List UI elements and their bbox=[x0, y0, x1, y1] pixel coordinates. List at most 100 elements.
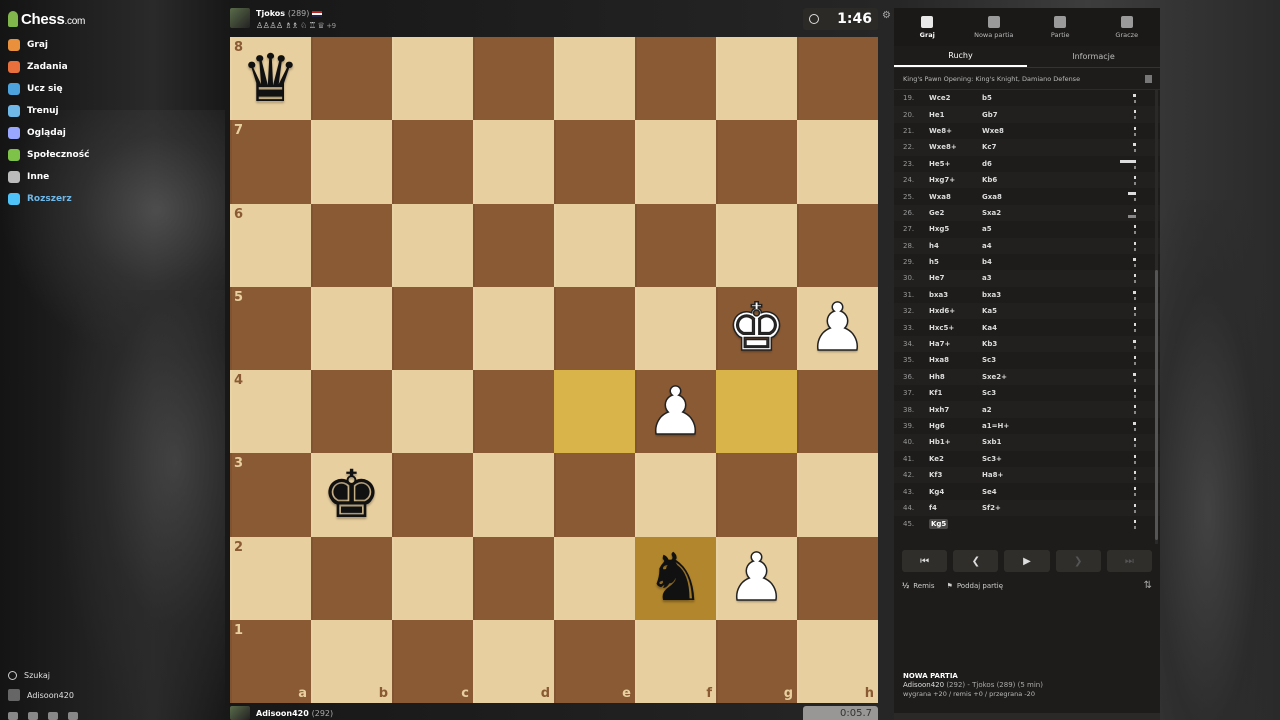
square-b5[interactable] bbox=[311, 286, 392, 370]
black-move[interactable]: Sxa2 bbox=[982, 209, 1112, 217]
square-d5[interactable] bbox=[473, 286, 554, 370]
tab-moves[interactable]: Ruchy bbox=[894, 46, 1027, 67]
panel-tab-2[interactable]: Partie bbox=[1027, 8, 1094, 46]
square-h8[interactable] bbox=[797, 37, 878, 121]
square-h1[interactable]: h bbox=[797, 619, 878, 703]
panel-tab-0[interactable]: Graj bbox=[894, 8, 961, 46]
square-a5[interactable]: 5 bbox=[230, 286, 311, 370]
square-c2[interactable] bbox=[392, 536, 473, 620]
white-move[interactable]: Wce2 bbox=[929, 94, 982, 102]
play-button[interactable]: ▶ bbox=[1004, 550, 1050, 572]
square-h3[interactable] bbox=[797, 453, 878, 537]
square-h5[interactable]: ♟ bbox=[797, 286, 878, 370]
nav-item-6[interactable]: Inne bbox=[8, 166, 89, 188]
black-move[interactable]: Sc3 bbox=[982, 356, 1112, 364]
square-d2[interactable] bbox=[473, 536, 554, 620]
player-avatar[interactable] bbox=[230, 706, 250, 720]
square-a2[interactable]: 2 bbox=[230, 536, 311, 620]
nav-item-7[interactable]: Rozszerz bbox=[8, 188, 89, 210]
piece-b3[interactable]: ♚ bbox=[322, 461, 381, 528]
square-d4[interactable] bbox=[473, 370, 554, 454]
square-b8[interactable] bbox=[311, 37, 392, 121]
collapse-icon[interactable] bbox=[8, 712, 18, 720]
square-e4[interactable] bbox=[554, 370, 635, 454]
black-move[interactable]: Sc3 bbox=[982, 389, 1112, 397]
square-e6[interactable] bbox=[554, 203, 635, 287]
white-move[interactable]: Kf3 bbox=[929, 471, 982, 479]
square-g7[interactable] bbox=[716, 120, 797, 204]
black-move[interactable]: a2 bbox=[982, 406, 1112, 414]
black-move[interactable]: a5 bbox=[982, 225, 1112, 233]
square-g2[interactable]: ♟ bbox=[716, 536, 797, 620]
bell-icon[interactable] bbox=[48, 712, 58, 720]
settings-icon[interactable] bbox=[68, 712, 78, 720]
square-g6[interactable] bbox=[716, 203, 797, 287]
white-move[interactable]: bxa3 bbox=[929, 291, 982, 299]
black-move[interactable]: a4 bbox=[982, 242, 1112, 250]
square-h6[interactable] bbox=[797, 203, 878, 287]
square-a4[interactable]: 4 bbox=[230, 370, 311, 454]
square-f2[interactable]: ♞ bbox=[635, 536, 716, 620]
book-icon[interactable] bbox=[1145, 74, 1152, 83]
black-move[interactable]: b4 bbox=[982, 258, 1112, 266]
square-a1[interactable]: 1a bbox=[230, 619, 311, 703]
square-f1[interactable]: f bbox=[635, 619, 716, 703]
mail-icon[interactable] bbox=[28, 712, 38, 720]
white-move[interactable]: Hxg7+ bbox=[929, 176, 982, 184]
white-move[interactable]: He1 bbox=[929, 111, 982, 119]
square-c4[interactable] bbox=[392, 370, 473, 454]
opponent-name[interactable]: Tjokos bbox=[256, 9, 285, 18]
player-name[interactable]: Adisoon420 bbox=[256, 709, 309, 718]
white-move[interactable]: h4 bbox=[929, 242, 982, 250]
chat-bar[interactable] bbox=[894, 713, 1160, 720]
square-e2[interactable] bbox=[554, 536, 635, 620]
square-c7[interactable] bbox=[392, 120, 473, 204]
white-move[interactable]: Kf1 bbox=[929, 389, 982, 397]
square-d8[interactable] bbox=[473, 37, 554, 121]
white-move[interactable]: Hxg5 bbox=[929, 225, 982, 233]
black-move[interactable]: Wxe8 bbox=[982, 127, 1112, 135]
last-move-button[interactable]: ⏭ bbox=[1106, 550, 1153, 572]
white-move[interactable]: h5 bbox=[929, 258, 982, 266]
square-b7[interactable] bbox=[311, 120, 392, 204]
next-move-button[interactable]: ❯ bbox=[1055, 550, 1101, 572]
square-e7[interactable] bbox=[554, 120, 635, 204]
piece-f4[interactable]: ♟ bbox=[645, 377, 706, 445]
nav-item-3[interactable]: Trenuj bbox=[8, 100, 89, 122]
black-move[interactable]: Sxe2+ bbox=[982, 373, 1112, 381]
opponent-avatar[interactable] bbox=[230, 8, 250, 28]
nav-item-5[interactable]: Społeczność bbox=[8, 144, 89, 166]
white-move[interactable]: Wxe8+ bbox=[929, 143, 982, 151]
piece-g5[interactable]: ♚ bbox=[726, 294, 787, 362]
square-c5[interactable] bbox=[392, 286, 473, 370]
board-settings-gear-icon[interactable]: ⚙ bbox=[882, 10, 891, 21]
square-g8[interactable] bbox=[716, 37, 797, 121]
square-h2[interactable] bbox=[797, 536, 878, 620]
black-move[interactable]: Sxb1 bbox=[982, 438, 1112, 446]
scrollbar-thumb[interactable] bbox=[1155, 270, 1158, 540]
nav-item-0[interactable]: Graj bbox=[8, 34, 89, 56]
chesscom-logo[interactable]: Chess.com bbox=[8, 9, 85, 29]
black-move[interactable]: d6 bbox=[982, 160, 1112, 168]
tab-info[interactable]: Informacje bbox=[1027, 46, 1160, 67]
white-move[interactable]: Hxa8 bbox=[929, 356, 982, 364]
search-link[interactable]: Szukaj bbox=[8, 665, 74, 685]
square-a3[interactable]: 3 bbox=[230, 453, 311, 537]
square-g3[interactable] bbox=[716, 453, 797, 537]
white-move[interactable]: He7 bbox=[929, 274, 982, 282]
square-d1[interactable]: d bbox=[473, 619, 554, 703]
square-a7[interactable]: 7 bbox=[230, 120, 311, 204]
opening-name[interactable]: King's Pawn Opening: King's Knight, Dami… bbox=[903, 75, 1080, 83]
square-g4[interactable] bbox=[716, 370, 797, 454]
resign-button[interactable]: ⚑ Poddaj partię bbox=[947, 582, 1004, 590]
square-b1[interactable]: b bbox=[311, 619, 392, 703]
black-move[interactable]: Ka5 bbox=[982, 307, 1112, 315]
black-move[interactable]: Se4 bbox=[982, 488, 1112, 496]
black-move[interactable]: bxa3 bbox=[982, 291, 1112, 299]
square-c8[interactable] bbox=[392, 37, 473, 121]
black-move[interactable]: b5 bbox=[982, 94, 1112, 102]
square-e3[interactable] bbox=[554, 453, 635, 537]
square-c6[interactable] bbox=[392, 203, 473, 287]
square-b4[interactable] bbox=[311, 370, 392, 454]
black-move[interactable]: Gb7 bbox=[982, 111, 1112, 119]
